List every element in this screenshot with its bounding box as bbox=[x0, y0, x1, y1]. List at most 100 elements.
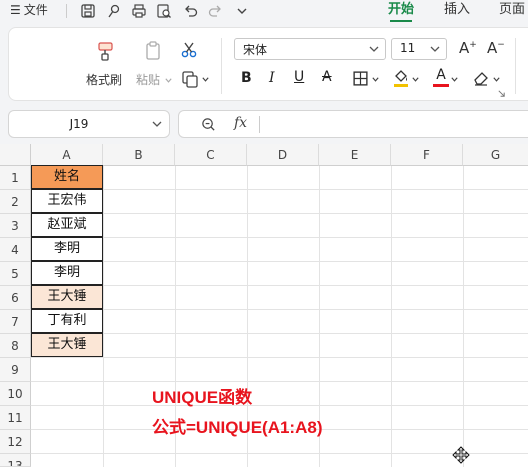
select-all-corner[interactable] bbox=[0, 144, 31, 166]
cell-a1[interactable]: 姓名 bbox=[31, 165, 103, 189]
tab-page-label: 页面 bbox=[499, 2, 526, 17]
column-header-f[interactable]: F bbox=[391, 144, 463, 166]
chevron-down-icon[interactable] bbox=[411, 75, 420, 84]
column-header-e[interactable]: E bbox=[319, 144, 391, 166]
divider bbox=[221, 38, 222, 94]
row-header[interactable]: 11 bbox=[0, 406, 31, 430]
tab-page[interactable]: 页面 bbox=[499, 0, 525, 22]
hamburger-icon: ☰ bbox=[10, 3, 21, 17]
row-header[interactable]: 5 bbox=[0, 262, 31, 286]
row-header[interactable]: 1 bbox=[0, 166, 31, 190]
gridline bbox=[31, 333, 528, 334]
fx-icon[interactable]: fx bbox=[234, 115, 247, 131]
chevron-down-icon bbox=[430, 46, 440, 52]
increase-font-size-icon[interactable]: A+ bbox=[459, 39, 477, 57]
row-header[interactable]: 10 bbox=[0, 382, 31, 406]
gridline bbox=[31, 285, 528, 286]
name-box-value: J19 bbox=[69, 117, 89, 131]
row-header[interactable]: 13 bbox=[0, 454, 31, 467]
redo-icon[interactable] bbox=[207, 3, 223, 19]
borders-icon[interactable] bbox=[352, 70, 369, 87]
row-header[interactable]: 12 bbox=[0, 430, 31, 454]
ribbon-panel: 格式刷 粘贴 宋体 11 A+ A− B I U A A bbox=[8, 27, 528, 101]
note-formula: 公式=UNIQUE(A1:A8) bbox=[152, 418, 323, 437]
gridline bbox=[31, 261, 528, 262]
cell-a3[interactable]: 赵亚斌 bbox=[31, 213, 103, 237]
file-menu[interactable]: ☰ 文件 bbox=[10, 0, 48, 22]
divider bbox=[515, 38, 516, 94]
print-preview-icon[interactable] bbox=[156, 3, 172, 19]
cell-a2[interactable]: 王宏伟 bbox=[31, 189, 103, 213]
chevron-down-icon bbox=[369, 46, 379, 52]
chevron-down-icon[interactable] bbox=[234, 3, 250, 19]
move-cursor-icon bbox=[452, 446, 470, 464]
chevron-down-icon bbox=[152, 121, 162, 127]
eraser-icon[interactable] bbox=[472, 69, 490, 87]
font-size-value: 11 bbox=[400, 41, 416, 55]
row-header[interactable]: 6 bbox=[0, 286, 31, 310]
cell-a8[interactable]: 王大锤 bbox=[31, 333, 103, 357]
note-title: UNIQUE函数 bbox=[152, 388, 253, 407]
paste-label[interactable]: 粘贴 bbox=[136, 71, 173, 88]
gridline bbox=[31, 213, 528, 214]
cell-a6[interactable]: 王大锤 bbox=[31, 285, 103, 309]
column-header-c[interactable]: C bbox=[175, 144, 247, 166]
font-dialog-launcher-icon[interactable] bbox=[497, 89, 506, 98]
row-header[interactable]: 2 bbox=[0, 190, 31, 214]
gridline bbox=[31, 357, 528, 358]
font-name-value: 宋体 bbox=[243, 43, 268, 57]
gridline bbox=[31, 189, 528, 190]
file-menu-label: 文件 bbox=[23, 3, 48, 17]
format-painter-label[interactable]: 格式刷 bbox=[86, 71, 122, 88]
chevron-down-icon[interactable] bbox=[450, 75, 459, 84]
gridline bbox=[463, 166, 464, 467]
decrease-font-size-icon[interactable]: A− bbox=[487, 39, 505, 57]
font-size-select[interactable]: 11 bbox=[391, 38, 447, 60]
column-header-g[interactable]: G bbox=[463, 144, 528, 166]
gridline bbox=[31, 381, 528, 382]
copy-icon[interactable] bbox=[181, 70, 199, 88]
zoom-icon[interactable] bbox=[201, 117, 216, 132]
title-bar: ☰ 文件 开始 插入 页面 bbox=[0, 0, 528, 22]
undo-icon[interactable] bbox=[183, 3, 199, 19]
font-color-icon[interactable]: A bbox=[433, 67, 449, 87]
row-header[interactable]: 7 bbox=[0, 310, 31, 334]
row-header[interactable]: 8 bbox=[0, 334, 31, 358]
gridline bbox=[103, 166, 104, 467]
export-pdf-icon[interactable] bbox=[106, 3, 122, 19]
save-icon[interactable] bbox=[80, 3, 96, 19]
formula-input-area[interactable]: fx bbox=[178, 110, 528, 138]
gridline bbox=[31, 237, 528, 238]
row-header[interactable]: 9 bbox=[0, 358, 31, 382]
format-painter-icon[interactable] bbox=[95, 40, 117, 62]
formula-bar: J19 fx bbox=[0, 104, 528, 144]
name-box[interactable]: J19 bbox=[8, 110, 170, 138]
cut-icon[interactable] bbox=[180, 41, 198, 59]
row-header[interactable]: 3 bbox=[0, 214, 31, 238]
divider bbox=[259, 116, 260, 133]
tab-insert[interactable]: 插入 bbox=[444, 0, 470, 22]
tab-home[interactable]: 开始 bbox=[388, 0, 414, 22]
chevron-down-icon[interactable] bbox=[492, 75, 501, 84]
chevron-down-icon[interactable] bbox=[371, 75, 380, 84]
strikethrough-icon[interactable]: A bbox=[322, 69, 332, 85]
tab-insert-label: 插入 bbox=[444, 2, 471, 17]
cell-a5[interactable]: 李明 bbox=[31, 261, 103, 285]
underline-icon[interactable]: U bbox=[294, 69, 304, 85]
chevron-down-icon[interactable] bbox=[201, 75, 210, 84]
print-icon[interactable] bbox=[131, 3, 147, 19]
column-header-d[interactable]: D bbox=[247, 144, 319, 166]
gridline bbox=[391, 166, 392, 467]
column-header-b[interactable]: B bbox=[103, 144, 175, 166]
paste-icon[interactable] bbox=[142, 40, 164, 62]
italic-icon[interactable]: I bbox=[269, 70, 275, 86]
fill-color-icon[interactable] bbox=[392, 68, 410, 88]
gridline bbox=[31, 405, 528, 406]
row-header[interactable]: 4 bbox=[0, 238, 31, 262]
cell-a4[interactable]: 李明 bbox=[31, 237, 103, 261]
bold-icon[interactable]: B bbox=[241, 70, 252, 86]
paste-label-text: 粘贴 bbox=[136, 73, 161, 87]
column-header-a[interactable]: A bbox=[31, 144, 103, 166]
font-name-select[interactable]: 宋体 bbox=[234, 38, 386, 60]
cell-a7[interactable]: 丁有利 bbox=[31, 309, 103, 333]
